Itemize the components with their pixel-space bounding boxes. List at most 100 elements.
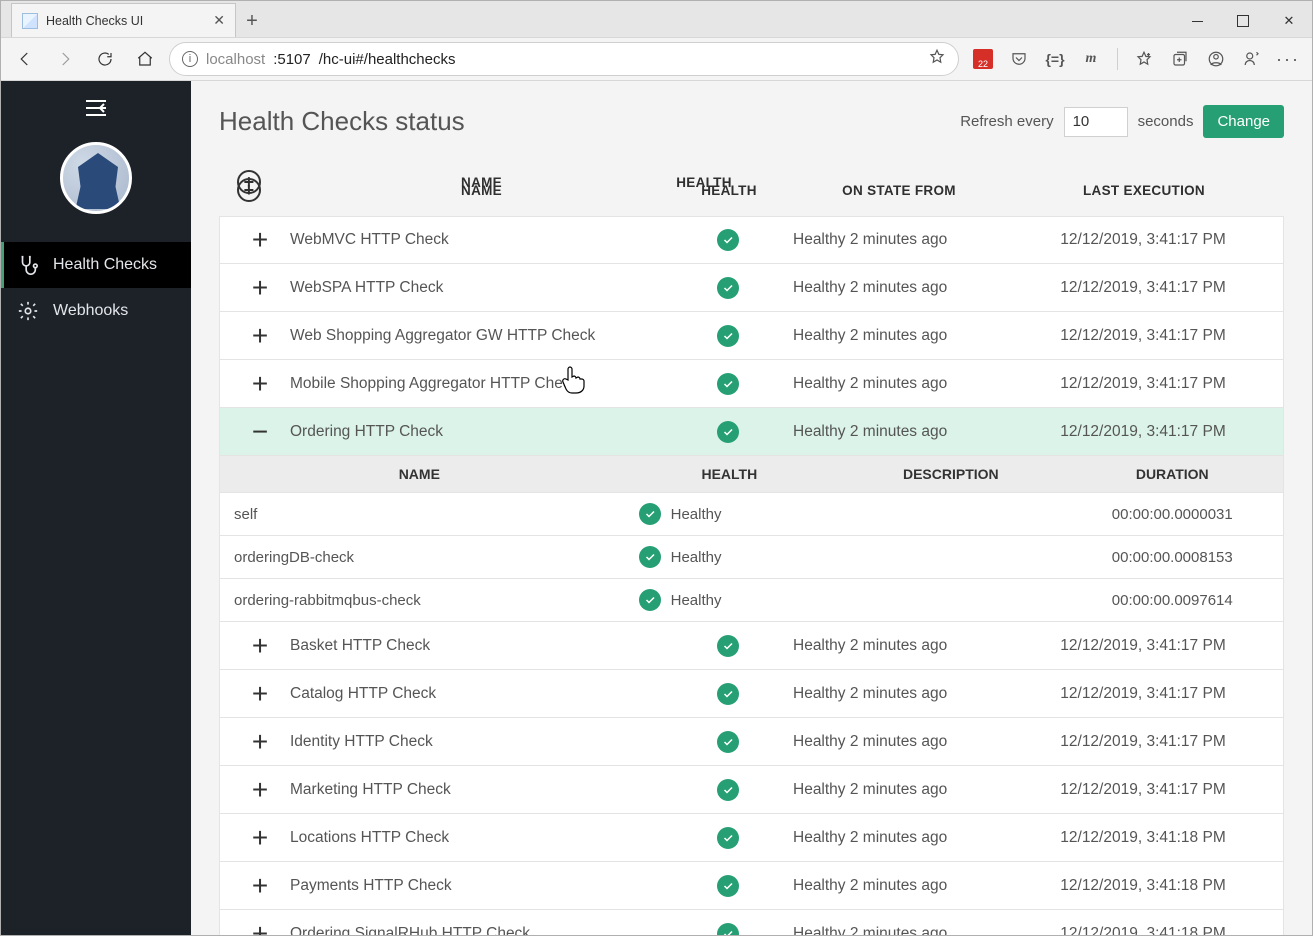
expand-icon[interactable]: −: [230, 418, 290, 446]
address-bar[interactable]: i localhost:5107/hc-ui#/healthchecks: [169, 42, 959, 76]
calendar-extension-icon[interactable]: [973, 49, 993, 69]
expand-icon[interactable]: +: [230, 776, 290, 804]
expand-icon[interactable]: +: [230, 872, 290, 900]
check-health: [673, 923, 783, 936]
check-health: [673, 277, 783, 299]
toolbar-divider: [1117, 48, 1118, 70]
expand-all-icon[interactable]: +: [237, 178, 261, 202]
extension-icons: {=} m ···: [967, 48, 1304, 70]
table-row[interactable]: +Locations HTTP CheckHealthy 2 minutes a…: [219, 814, 1284, 862]
check-name: WebMVC HTTP Check: [290, 231, 673, 249]
table-row[interactable]: +Identity HTTP CheckHealthy 2 minutes ag…: [219, 718, 1284, 766]
sidebar-item-health-checks[interactable]: Health Checks: [1, 242, 191, 288]
subcol-dur: DURATION: [1062, 466, 1283, 482]
new-tab-button[interactable]: +: [236, 5, 268, 37]
table-row[interactable]: +Basket HTTP Check Healthy 2 minutes ago1…: [219, 622, 1284, 670]
table-row[interactable]: −Ordering HTTP Check Healthy 2 minutes ag…: [219, 408, 1284, 456]
expand-icon[interactable]: +: [230, 274, 290, 302]
profile-icon[interactable]: [1206, 49, 1226, 69]
expand-icon[interactable]: +: [230, 226, 290, 254]
expand-icon[interactable]: +: [230, 824, 290, 852]
check-exec: 12/12/2019, 3:41:17 PM: [1013, 733, 1273, 751]
m-extension-icon[interactable]: m: [1081, 49, 1101, 69]
check-state: Healthy 2 minutes ago: [783, 685, 1013, 703]
sidebar-item-label: Health Checks: [53, 256, 157, 274]
table-row[interactable]: +Catalog HTTP Check Healthy 2 minutes ago…: [219, 670, 1284, 718]
expand-icon[interactable]: +: [230, 920, 290, 936]
subcol-name: NAME: [220, 466, 619, 482]
table-row[interactable]: +WebMVC HTTP CheckHealthy 2 minutes ago1…: [219, 216, 1284, 264]
refresh-button[interactable]: [89, 43, 121, 75]
window-maximize-button[interactable]: [1220, 5, 1266, 37]
favorites-icon[interactable]: [1134, 49, 1154, 69]
titlebar: Health Checks UI ✕ +: [1, 1, 1312, 37]
url-path: /hc-ui#/healthchecks: [319, 51, 456, 68]
sub-health: Healthy: [619, 546, 840, 568]
check-health: [673, 373, 783, 395]
check-name: Web Shopping Aggregator GW HTTP Check: [290, 327, 673, 345]
app: Health Checks Webhooks Health Checks sta…: [1, 81, 1312, 935]
table-row[interactable]: +Mobile Shopping Aggregator HTTP CheckHe…: [219, 360, 1284, 408]
check-exec: 12/12/2019, 3:41:18 PM: [1013, 925, 1273, 936]
check-health: [673, 635, 783, 657]
healthy-check-icon: [717, 827, 739, 849]
sidebar-item-webhooks[interactable]: Webhooks: [1, 288, 191, 334]
sub-name: self: [220, 506, 619, 523]
table-row[interactable]: +WebSPA HTTP CheckHealthy 2 minutes ago1…: [219, 264, 1284, 312]
expand-icon[interactable]: +: [230, 632, 290, 660]
tab-close-icon[interactable]: ✕: [213, 12, 225, 29]
sub-health: Healthy: [619, 589, 840, 611]
check-health: [673, 229, 783, 251]
check-name: Ordering HTTP Check: [290, 423, 673, 441]
check-name: Basket HTTP Check: [290, 637, 673, 655]
healthy-check-icon: [639, 546, 661, 568]
collections-icon[interactable]: [1170, 49, 1190, 69]
site-info-icon[interactable]: i: [182, 51, 198, 67]
check-name: Catalog HTTP Check: [290, 685, 673, 703]
check-exec: 12/12/2019, 3:41:18 PM: [1013, 829, 1273, 847]
table-row[interactable]: +Marketing HTTP CheckHealthy 2 minutes a…: [219, 766, 1284, 814]
check-name: Ordering SignalRHub HTTP Check: [290, 925, 673, 936]
sub-duration: 00:00:00.0000031: [1062, 506, 1283, 523]
healthy-check-icon: [717, 923, 739, 936]
healthy-check-icon: [717, 373, 739, 395]
col-health: HEALTH: [674, 178, 784, 202]
home-button[interactable]: [129, 43, 161, 75]
check-exec: 12/12/2019, 3:41:17 PM: [1013, 637, 1273, 655]
back-button[interactable]: [9, 43, 41, 75]
check-name: Marketing HTTP Check: [290, 781, 673, 799]
window-close-button[interactable]: [1266, 5, 1312, 37]
check-exec: 12/12/2019, 3:41:18 PM: [1013, 877, 1273, 895]
check-health: [673, 421, 783, 443]
pocket-extension-icon[interactable]: [1009, 49, 1029, 69]
change-button[interactable]: Change: [1203, 105, 1284, 138]
braces-extension-icon[interactable]: {=}: [1045, 49, 1065, 69]
browser-toolbar: i localhost:5107/hc-ui#/healthchecks {=}…: [1, 37, 1312, 81]
check-exec: 12/12/2019, 3:41:17 PM: [1013, 685, 1273, 703]
healthy-check-icon: [717, 683, 739, 705]
forward-button[interactable]: [49, 43, 81, 75]
expand-icon[interactable]: +: [230, 680, 290, 708]
refresh-interval-input[interactable]: [1064, 107, 1128, 137]
table-row[interactable]: +Payments HTTP CheckHealthy 2 minutes ag…: [219, 862, 1284, 910]
avatar: [60, 142, 132, 214]
expand-icon[interactable]: +: [230, 370, 290, 398]
check-exec: 12/12/2019, 3:41:17 PM: [1013, 781, 1273, 799]
check-state: Healthy 2 minutes ago: [783, 423, 1013, 441]
window-minimize-button[interactable]: [1174, 5, 1220, 37]
sidebar-collapse-icon[interactable]: [84, 99, 108, 120]
check-state: Healthy 2 minutes ago: [783, 733, 1013, 751]
refresh-prefix: Refresh every: [960, 113, 1053, 130]
table-row[interactable]: +Ordering SignalRHub HTTP CheckHealthy 2…: [219, 910, 1284, 935]
menu-icon[interactable]: ···: [1278, 49, 1298, 69]
expand-icon[interactable]: +: [230, 322, 290, 350]
sidebar: Health Checks Webhooks: [1, 81, 191, 935]
check-state: Healthy 2 minutes ago: [783, 637, 1013, 655]
check-state: Healthy 2 minutes ago: [783, 829, 1013, 847]
feedback-icon[interactable]: [1242, 49, 1262, 69]
browser-tab[interactable]: Health Checks UI ✕: [11, 3, 236, 37]
table-row[interactable]: +Web Shopping Aggregator GW HTTP CheckHe…: [219, 312, 1284, 360]
expand-icon[interactable]: +: [230, 728, 290, 756]
favorite-star-icon[interactable]: [928, 48, 946, 70]
check-exec: 12/12/2019, 3:41:17 PM: [1013, 279, 1273, 297]
